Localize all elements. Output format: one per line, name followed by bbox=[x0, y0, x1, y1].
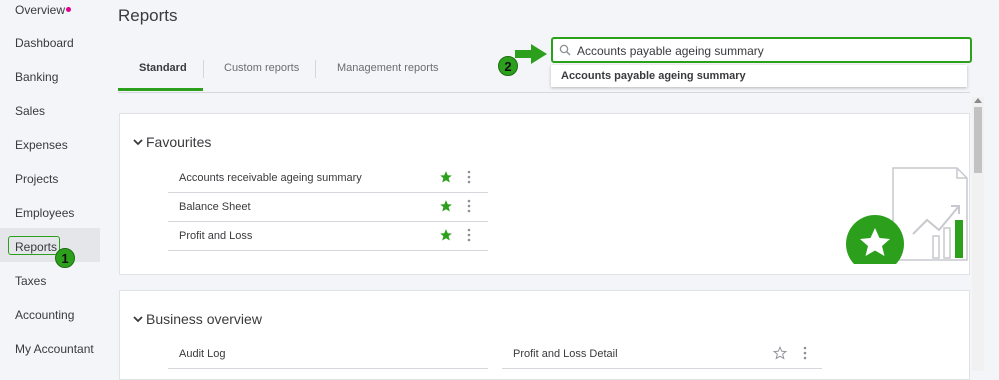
report-row[interactable]: Profit and Loss bbox=[168, 222, 488, 251]
tab-custom-reports[interactable]: Custom reports bbox=[224, 62, 299, 74]
search-suggestions: Accounts payable ageing summary bbox=[551, 65, 967, 87]
more-options-icon[interactable] bbox=[467, 228, 471, 242]
search-input[interactable]: Accounts payable ageing summary bbox=[551, 37, 972, 63]
more-options-icon[interactable] bbox=[467, 170, 471, 184]
sidebar-item-label: Expenses bbox=[15, 138, 68, 152]
report-link[interactable]: Profit and Loss Detail bbox=[513, 348, 618, 360]
report-row[interactable]: Audit Log bbox=[168, 340, 488, 369]
report-row[interactable]: Balance Sheet bbox=[168, 193, 488, 222]
sidebar-item-label: Overview bbox=[15, 3, 66, 17]
tab-divider bbox=[203, 60, 204, 78]
highlight-box bbox=[8, 236, 60, 255]
chevron-down-icon[interactable] bbox=[132, 313, 144, 325]
sidebar-item-label: Banking bbox=[15, 70, 59, 84]
favourites-section: Favourites Accounts receivable ageing su… bbox=[119, 113, 970, 275]
pointer-arrow-icon bbox=[515, 44, 547, 64]
star-filled-icon[interactable] bbox=[439, 170, 453, 184]
more-options-icon[interactable] bbox=[467, 199, 471, 213]
sidebar-item-label: Projects bbox=[15, 172, 59, 186]
report-link[interactable]: Accounts receivable ageing summary bbox=[179, 172, 362, 184]
section-title: Favourites bbox=[146, 134, 212, 150]
star-outline-icon[interactable] bbox=[773, 346, 787, 360]
search-icon bbox=[559, 44, 571, 56]
sidebar-item-projects[interactable]: Projects bbox=[0, 162, 100, 196]
sidebar: Overview Dashboard Banking Sales Expense… bbox=[0, 0, 100, 371]
sidebar-item-label: Dashboard bbox=[15, 36, 74, 50]
page-title: Reports bbox=[118, 6, 178, 25]
scroll-thumb[interactable] bbox=[974, 107, 982, 173]
sidebar-item-taxes[interactable]: Taxes bbox=[0, 264, 100, 298]
tab-divider bbox=[315, 60, 316, 78]
star-filled-icon[interactable] bbox=[439, 199, 453, 213]
report-link[interactable]: Profit and Loss bbox=[179, 230, 252, 242]
sidebar-item-accounting[interactable]: Accounting bbox=[0, 298, 100, 332]
report-link[interactable]: Audit Log bbox=[179, 348, 225, 360]
sidebar-item-label: Accounting bbox=[15, 308, 75, 322]
main-content: Reports Standard Custom reports Manageme… bbox=[100, 0, 999, 380]
sidebar-item-label: My Accountant bbox=[15, 342, 94, 356]
tab-management-reports[interactable]: Management reports bbox=[337, 62, 439, 74]
tab-standard[interactable]: Standard bbox=[139, 62, 187, 74]
section-title: Business overview bbox=[146, 311, 262, 327]
scroll-up-arrow-icon[interactable] bbox=[974, 98, 982, 103]
notification-dot bbox=[66, 7, 71, 12]
active-tab-indicator bbox=[118, 88, 203, 91]
favourites-illustration bbox=[846, 167, 968, 264]
sidebar-item-label: Employees bbox=[15, 206, 75, 220]
sidebar-item-my-accountant[interactable]: My Accountant bbox=[0, 332, 100, 366]
sidebar-item-expenses[interactable]: Expenses bbox=[0, 128, 100, 162]
sidebar-item-banking[interactable]: Banking bbox=[0, 60, 100, 94]
scrollbar[interactable] bbox=[972, 97, 984, 371]
report-row[interactable]: Profit and Loss Detail bbox=[502, 340, 822, 369]
business-overview-section: Business overview Audit Log Profit and L… bbox=[119, 290, 970, 380]
sidebar-item-sales[interactable]: Sales bbox=[0, 94, 100, 128]
report-link[interactable]: Balance Sheet bbox=[179, 201, 251, 213]
sidebar-item-employees[interactable]: Employees bbox=[0, 196, 100, 230]
chevron-down-icon[interactable] bbox=[132, 136, 144, 148]
more-options-icon[interactable] bbox=[803, 346, 807, 360]
sidebar-item-label: Taxes bbox=[15, 274, 47, 288]
search-suggestion-item[interactable]: Accounts payable ageing summary bbox=[561, 70, 746, 82]
sidebar-item-label: Sales bbox=[15, 104, 46, 118]
report-row[interactable]: Accounts receivable ageing summary bbox=[168, 164, 488, 193]
search-input-value: Accounts payable ageing summary bbox=[577, 44, 764, 58]
star-filled-icon[interactable] bbox=[439, 228, 453, 242]
sidebar-item-dashboard[interactable]: Dashboard bbox=[0, 26, 100, 60]
